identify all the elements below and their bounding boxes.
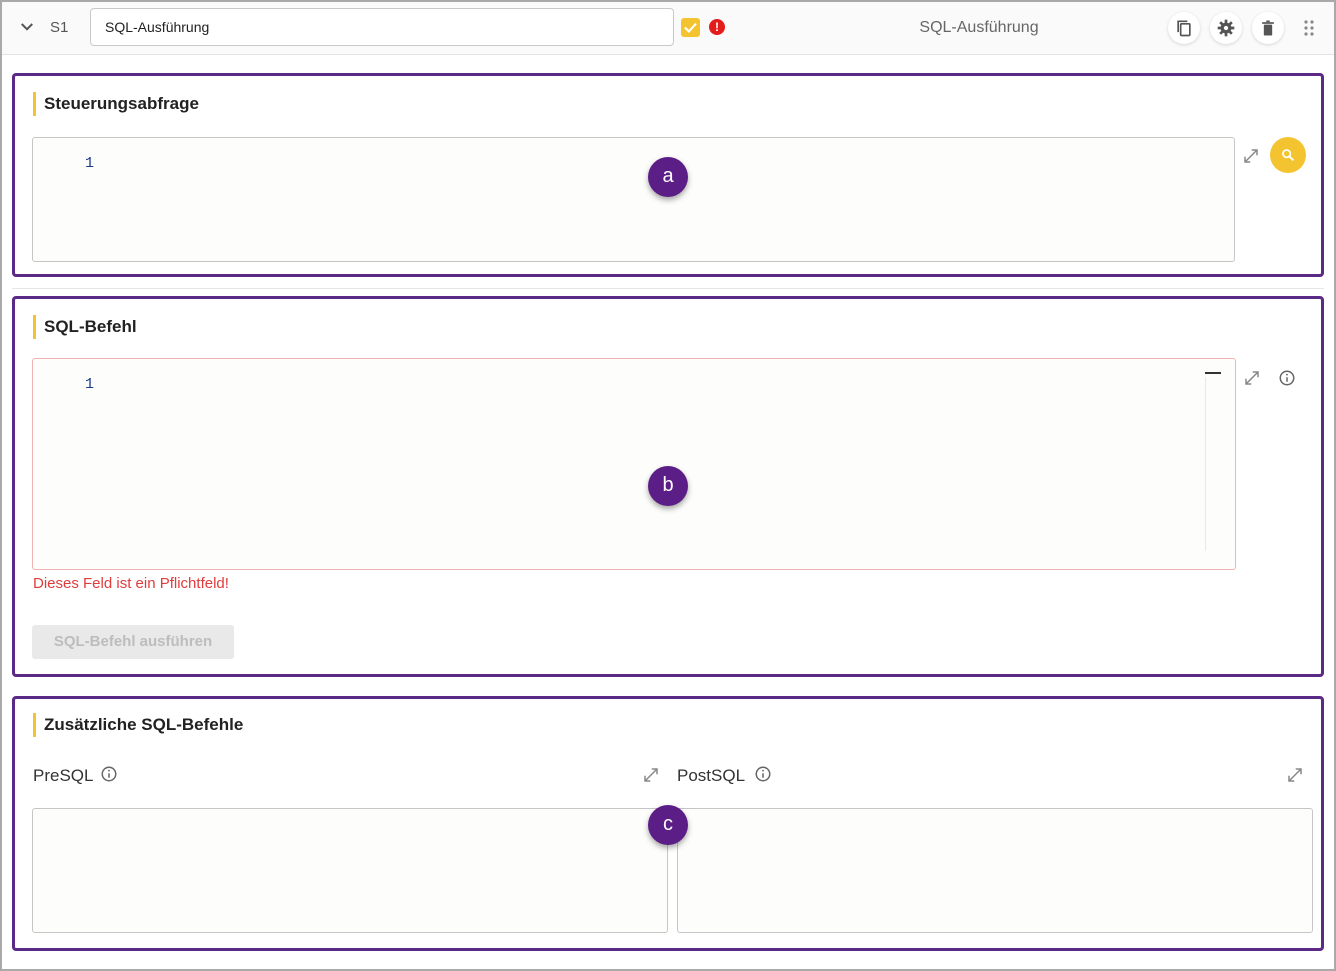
expand-icon[interactable] — [1242, 147, 1260, 165]
annotation-badge: b — [648, 466, 688, 506]
step-type-title: SQL-Ausführung — [919, 19, 1039, 36]
delete-button[interactable] — [1252, 12, 1284, 44]
line-number: 1 — [85, 376, 95, 393]
step-name-input[interactable] — [90, 8, 674, 46]
presql-label: PreSQL — [33, 766, 94, 785]
info-icon[interactable] — [100, 765, 118, 783]
annotation-badge: c — [648, 805, 688, 845]
line-number: 1 — [85, 155, 95, 172]
control-query-editor[interactable]: 1 — [32, 137, 1235, 262]
copy-icon — [1177, 20, 1191, 37]
active-checkbox[interactable] — [681, 18, 700, 37]
postsql-label: PostSQL — [677, 766, 746, 785]
error-indicator-icon: ! — [709, 19, 725, 35]
gear-icon — [1217, 19, 1235, 37]
postsql-editor[interactable] — [677, 808, 1313, 933]
presql-editor[interactable] — [32, 808, 668, 933]
section-title: Zusätzliche SQL-Befehle — [33, 713, 243, 737]
copy-button[interactable] — [1168, 12, 1200, 44]
additional-sql-section: Zusätzliche SQL-Befehle PreSQL PostSQL c — [12, 696, 1324, 951]
info-icon[interactable] — [754, 765, 772, 783]
expand-icon[interactable] — [642, 766, 660, 784]
info-icon[interactable] — [1278, 369, 1296, 387]
run-sql-button[interactable]: SQL-Befehl ausführen — [32, 625, 234, 659]
required-field-error: Dieses Feld ist ein Pflichtfeld! — [33, 575, 229, 592]
expand-icon[interactable] — [1286, 766, 1304, 784]
check-icon — [684, 22, 697, 33]
search-icon — [1282, 149, 1295, 162]
minimap-indicator — [1205, 372, 1221, 374]
search-button[interactable] — [1270, 137, 1306, 173]
sql-command-section: SQL-Befehl 1 b Dieses Feld ist ein Pflic… — [12, 296, 1324, 677]
sql-command-editor[interactable]: 1 — [32, 358, 1236, 570]
trash-icon — [1262, 20, 1274, 36]
drag-handle-icon[interactable] — [1302, 19, 1316, 37]
chevron-down-icon[interactable] — [18, 18, 36, 36]
section-title: SQL-Befehl — [33, 315, 137, 339]
expand-icon[interactable] — [1243, 369, 1261, 387]
step-number: S1 — [50, 19, 69, 36]
step-header: S1 ! SQL-Ausführung — [2, 2, 1334, 55]
section-title: Steuerungsabfrage — [33, 92, 199, 116]
editor-scrollbar[interactable] — [1205, 377, 1206, 551]
settings-button[interactable] — [1210, 12, 1242, 44]
annotation-badge: a — [648, 157, 688, 197]
section-divider — [12, 288, 1324, 289]
control-query-section: Steuerungsabfrage 1 a — [12, 73, 1324, 277]
